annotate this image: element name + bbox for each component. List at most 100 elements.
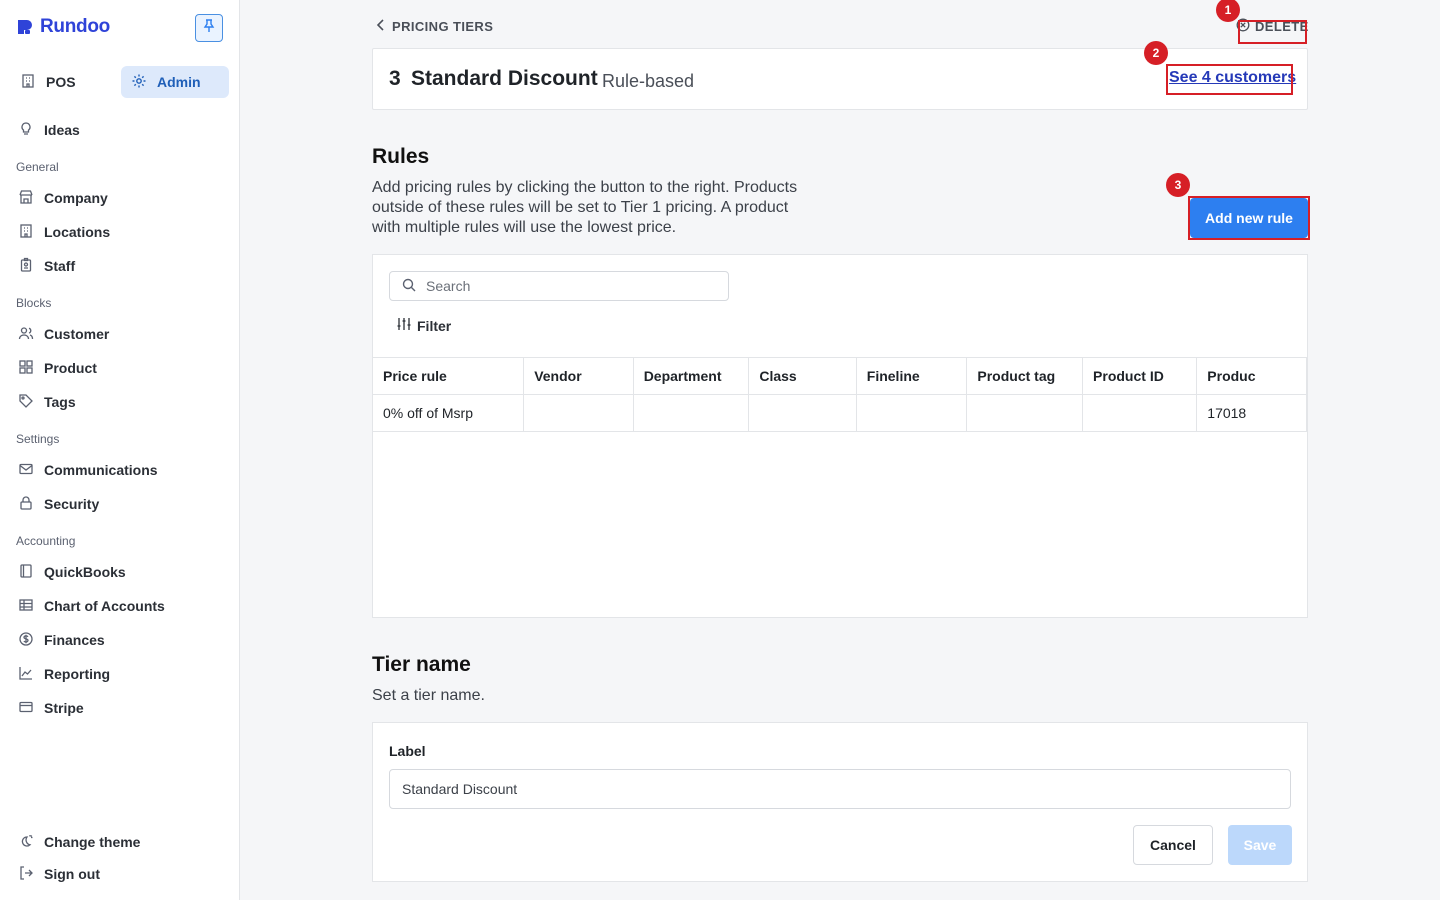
brand-logo[interactable]: Rundoo <box>16 16 110 38</box>
column-header[interactable]: Department <box>632 357 750 395</box>
sidebar: Rundoo POS Admin Ideas General Company L… <box>0 0 240 900</box>
change-theme-label: Change theme <box>44 834 141 850</box>
sidebar-item-security[interactable]: Security <box>10 489 230 519</box>
table-cell <box>1082 394 1198 432</box>
pin-sidebar-button[interactable] <box>195 14 223 42</box>
tier-name-heading: Tier name <box>372 653 471 676</box>
store-icon <box>18 189 34 208</box>
table-cell <box>632 394 750 432</box>
building-icon <box>18 223 34 242</box>
mode-pos-label: POS <box>46 74 76 90</box>
rules-description-line: outside of these rules will be set to Ti… <box>372 199 789 216</box>
sidebar-item-finances[interactable]: Finances <box>10 625 230 655</box>
back-to-pricing-tiers-link[interactable]: PRICING TIERS <box>376 18 493 35</box>
rules-description-line: with multiple rules will use the lowest … <box>372 219 677 236</box>
back-label: PRICING TIERS <box>392 19 494 34</box>
sidebar-item-label: Security <box>44 496 100 512</box>
sidebar-item-company[interactable]: Company <box>10 183 230 213</box>
sidebar-item-customer[interactable]: Customer <box>10 319 230 349</box>
section-accounting: Accounting <box>16 534 76 548</box>
chart-icon <box>18 665 34 684</box>
table-cell <box>966 394 1084 432</box>
sidebar-item-label: Ideas <box>44 122 80 138</box>
column-header[interactable]: Produc <box>1196 357 1307 395</box>
building-icon <box>20 73 36 92</box>
column-header[interactable]: Product ID <box>1082 357 1198 395</box>
lightbulb-icon <box>18 121 34 140</box>
book-icon <box>18 563 34 582</box>
section-general: General <box>16 160 59 174</box>
search-input[interactable]: Search <box>389 271 729 301</box>
sidebar-item-label: Stripe <box>44 700 84 716</box>
mode-pos-button[interactable]: POS <box>10 66 113 98</box>
column-header[interactable]: Price rule <box>373 357 525 395</box>
sidebar-item-stripe[interactable]: Stripe <box>10 693 230 723</box>
sidebar-item-label: Customer <box>44 326 110 342</box>
sidebar-item-label: QuickBooks <box>44 564 126 580</box>
table-cell: 0% off of Msrp <box>373 394 525 432</box>
annotation-box-delete <box>1238 20 1307 44</box>
sign-out-button[interactable]: Sign out <box>10 859 230 889</box>
search-icon <box>402 278 416 295</box>
search-placeholder: Search <box>426 278 471 294</box>
annotation-box-customers <box>1166 64 1293 95</box>
table-cell <box>748 394 857 432</box>
column-header[interactable]: Fineline <box>855 357 968 395</box>
annotation-box-add-rule <box>1188 196 1310 240</box>
sidebar-item-label: Product <box>44 360 97 376</box>
sidebar-item-label: Finances <box>44 632 105 648</box>
cancel-button[interactable]: Cancel <box>1133 825 1213 865</box>
users-icon <box>18 325 34 344</box>
table-icon <box>18 597 34 616</box>
table-cell <box>855 394 968 432</box>
table-header-row: Price rule Vendor Department Class Finel… <box>373 357 1307 395</box>
sidebar-item-reporting[interactable]: Reporting <box>10 659 230 689</box>
mode-admin-button[interactable]: Admin <box>121 66 229 98</box>
tier-name-card: Label Standard Discount Cancel Save <box>372 722 1308 882</box>
sidebar-item-communications[interactable]: Communications <box>10 455 230 485</box>
sidebar-item-ideas[interactable]: Ideas <box>10 115 230 145</box>
table-cell: 17018 <box>1196 394 1307 432</box>
table-row[interactable]: 0% off of Msrp 17018 <box>373 394 1307 432</box>
badge-icon <box>18 257 34 276</box>
sidebar-item-product[interactable]: Product <box>10 353 230 383</box>
sidebar-item-quickbooks[interactable]: QuickBooks <box>10 557 230 587</box>
tier-title: Standard Discount <box>411 67 598 90</box>
rules-description-line: Add pricing rules by clicking the button… <box>372 179 798 196</box>
label-field-title: Label <box>389 743 426 759</box>
sidebar-item-tags[interactable]: Tags <box>10 387 230 417</box>
table-cell <box>523 394 634 432</box>
sign-out-icon <box>18 865 34 884</box>
lock-icon <box>18 495 34 514</box>
filter-button[interactable]: Filter <box>397 317 451 334</box>
pin-icon <box>202 18 216 38</box>
sidebar-item-label: Locations <box>44 224 111 240</box>
sidebar-item-label: Reporting <box>44 666 111 682</box>
sidebar-item-label: Tags <box>44 394 76 410</box>
column-header[interactable]: Product tag <box>966 357 1084 395</box>
annotation-badge: 2 <box>1144 41 1168 65</box>
rules-table: Price rule Vendor Department Class Finel… <box>373 357 1307 432</box>
save-button[interactable]: Save <box>1228 825 1292 865</box>
sidebar-item-chart-of-accounts[interactable]: Chart of Accounts <box>10 591 230 621</box>
sidebar-item-staff[interactable]: Staff <box>10 251 230 281</box>
sidebar-item-label: Chart of Accounts <box>44 598 165 614</box>
change-theme-button[interactable]: Change theme <box>10 827 230 857</box>
rules-heading: Rules <box>372 145 430 168</box>
grid-icon <box>18 359 34 378</box>
label-input[interactable]: Standard Discount <box>389 769 1291 809</box>
chevron-left-icon <box>376 18 386 35</box>
tier-name-description: Set a tier name. <box>372 687 485 704</box>
tier-number: 3 <box>389 67 401 90</box>
column-header[interactable]: Vendor <box>523 357 634 395</box>
brand-name: Rundoo <box>40 16 110 37</box>
gear-icon <box>131 73 147 92</box>
column-header[interactable]: Class <box>748 357 857 395</box>
rules-table-card: Search Filter Price rule Vendor Departme… <box>372 254 1308 618</box>
sidebar-item-locations[interactable]: Locations <box>10 217 230 247</box>
mail-icon <box>18 461 34 480</box>
tag-icon <box>18 393 34 412</box>
sidebar-item-label: Company <box>44 190 108 206</box>
mode-switcher: POS Admin <box>10 66 229 98</box>
sliders-icon <box>397 317 411 334</box>
